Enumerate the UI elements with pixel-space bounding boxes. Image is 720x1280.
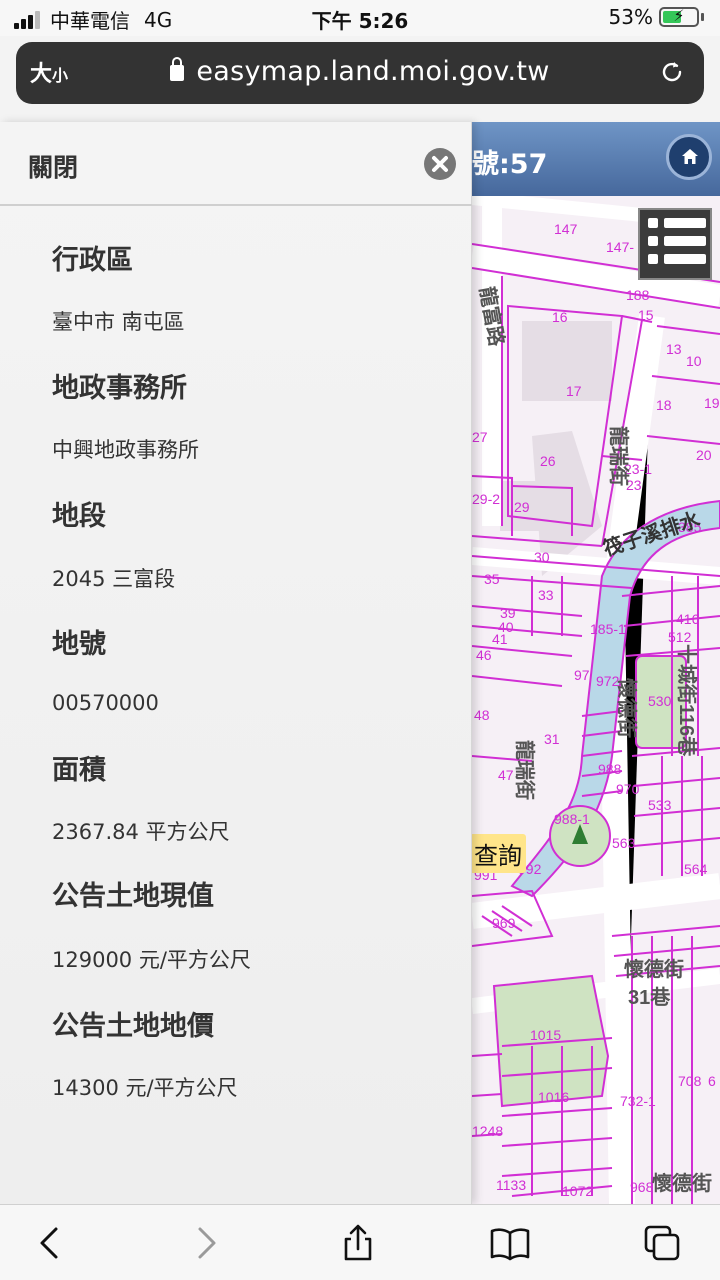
field-label-section: 地段 (52, 501, 106, 532)
field-value-section: 2045 三富段 (52, 567, 176, 591)
map-view[interactable]: 號:57 147 147- 188 15 16 13 10 17 18 19 2… (472, 122, 720, 1204)
svg-text:512: 512 (668, 629, 692, 645)
svg-text:30: 30 (534, 549, 550, 565)
svg-text:969: 969 (492, 915, 516, 931)
svg-text:龍瑞街: 龍瑞街 (607, 426, 631, 486)
svg-text:416: 416 (676, 611, 700, 627)
close-label[interactable]: 關閉 (28, 148, 78, 184)
svg-text:1133: 1133 (496, 1177, 526, 1193)
field-value-lot-number: 00570000 (52, 691, 159, 715)
svg-text:6: 6 (708, 1073, 716, 1089)
battery-icon: ⚡ (659, 6, 699, 27)
browser-toolbar (0, 1204, 720, 1280)
svg-text:懷德街: 懷德街 (615, 678, 639, 738)
svg-text:27: 27 (472, 429, 488, 445)
field-value-district: 臺中市 南屯區 (52, 310, 185, 334)
tabs-icon[interactable] (642, 1223, 682, 1263)
map-header-text: 號:57 (472, 149, 548, 180)
url-display[interactable]: easymap.land.moi.gov.tw (16, 56, 704, 87)
svg-text:1072: 1072 (562, 1183, 593, 1199)
field-label-land-office: 地政事務所 (52, 373, 187, 404)
svg-text:188: 188 (626, 287, 650, 303)
svg-text:988: 988 (598, 761, 622, 777)
svg-text:968: 968 (630, 1179, 654, 1195)
svg-text:35: 35 (484, 571, 500, 587)
svg-text:533: 533 (648, 797, 672, 813)
field-label-area: 面積 (52, 755, 106, 786)
field-label-district: 行政區 (52, 245, 133, 276)
field-label-land-value: 公告土地現值 (52, 881, 214, 912)
svg-text:970: 970 (616, 781, 640, 797)
svg-text:26: 26 (540, 453, 556, 469)
field-value-land-office: 中興地政事務所 (52, 438, 199, 462)
svg-text:19: 19 (704, 395, 720, 411)
svg-text:十城街116巷: 十城街116巷 (675, 644, 699, 757)
svg-text:708: 708 (678, 1073, 702, 1089)
svg-text:15: 15 (638, 307, 654, 323)
address-bar[interactable]: 大小 easymap.land.moi.gov.tw (16, 42, 704, 104)
battery-tip (701, 13, 704, 21)
svg-text:1248: 1248 (472, 1123, 503, 1139)
svg-text:530: 530 (648, 693, 672, 709)
battery-percent: 53% (608, 5, 653, 29)
svg-text:18: 18 (656, 397, 672, 413)
field-value-land-price: 14300 元/平方公尺 (52, 1076, 238, 1100)
svg-text:147: 147 (554, 221, 578, 237)
share-icon[interactable] (338, 1223, 378, 1263)
home-button[interactable] (666, 134, 712, 180)
svg-text:147-: 147- (606, 239, 634, 255)
svg-text:17: 17 (566, 383, 582, 399)
close-button[interactable] (424, 148, 456, 180)
reload-icon[interactable] (658, 58, 686, 86)
field-value-land-value: 129000 元/平方公尺 (52, 948, 251, 972)
svg-text:564: 564 (684, 861, 708, 877)
svg-text:46: 46 (476, 647, 492, 663)
svg-text:1015: 1015 (530, 1027, 561, 1043)
svg-text:29: 29 (514, 499, 530, 515)
svg-text:185-1: 185-1 (590, 621, 626, 637)
drawer-header: 關閉 (0, 122, 472, 206)
svg-text:41: 41 (492, 631, 508, 647)
lock-icon (170, 57, 185, 81)
svg-text:龍瑞街: 龍瑞街 (513, 740, 537, 800)
field-label-land-price: 公告土地地價 (52, 1011, 214, 1042)
forward-icon[interactable] (186, 1223, 226, 1263)
map-canvas[interactable]: 147147- 18815 161310 1718 19 2726 20 23-12… (472, 196, 720, 1204)
svg-text:懷德街: 懷德街 (624, 957, 684, 981)
svg-text:48: 48 (474, 707, 490, 723)
svg-text:懷德街: 懷德街 (652, 1171, 712, 1195)
field-label-lot-number: 地號 (52, 629, 106, 660)
svg-text:29-2: 29-2 (472, 491, 500, 507)
svg-text:16: 16 (552, 309, 568, 325)
url-domain: easymap.land.moi.gov.tw (196, 56, 550, 87)
map-menu-button[interactable] (638, 208, 712, 280)
svg-text:10: 10 (686, 353, 702, 369)
close-icon (432, 156, 448, 172)
svg-text:13: 13 (666, 341, 682, 357)
status-bar: 中華電信 4G 下午 5:26 53% ⚡ (0, 0, 720, 36)
svg-text:563: 563 (612, 835, 636, 851)
status-right: 53% ⚡ (609, 5, 704, 29)
svg-text:988-1: 988-1 (554, 811, 590, 827)
bookmarks-icon[interactable] (490, 1223, 530, 1263)
back-icon[interactable] (30, 1223, 70, 1263)
svg-text:31: 31 (544, 731, 560, 747)
home-icon (682, 149, 698, 164)
svg-text:33: 33 (538, 587, 554, 603)
svg-text:20: 20 (696, 447, 712, 463)
svg-text:31巷: 31巷 (628, 985, 671, 1009)
svg-text:1016: 1016 (538, 1089, 569, 1105)
field-value-area: 2367.84 平方公尺 (52, 820, 230, 844)
query-button[interactable]: 查詢 (472, 834, 526, 873)
info-drawer: 關閉 行政區 臺中市 南屯區 地政事務所 中興地政事務所 地段 2045 三富段… (0, 122, 472, 1204)
map-header: 號:57 (472, 122, 720, 196)
svg-text:732-1: 732-1 (620, 1093, 656, 1109)
svg-text:47: 47 (498, 767, 514, 783)
svg-text:97: 97 (574, 667, 590, 683)
